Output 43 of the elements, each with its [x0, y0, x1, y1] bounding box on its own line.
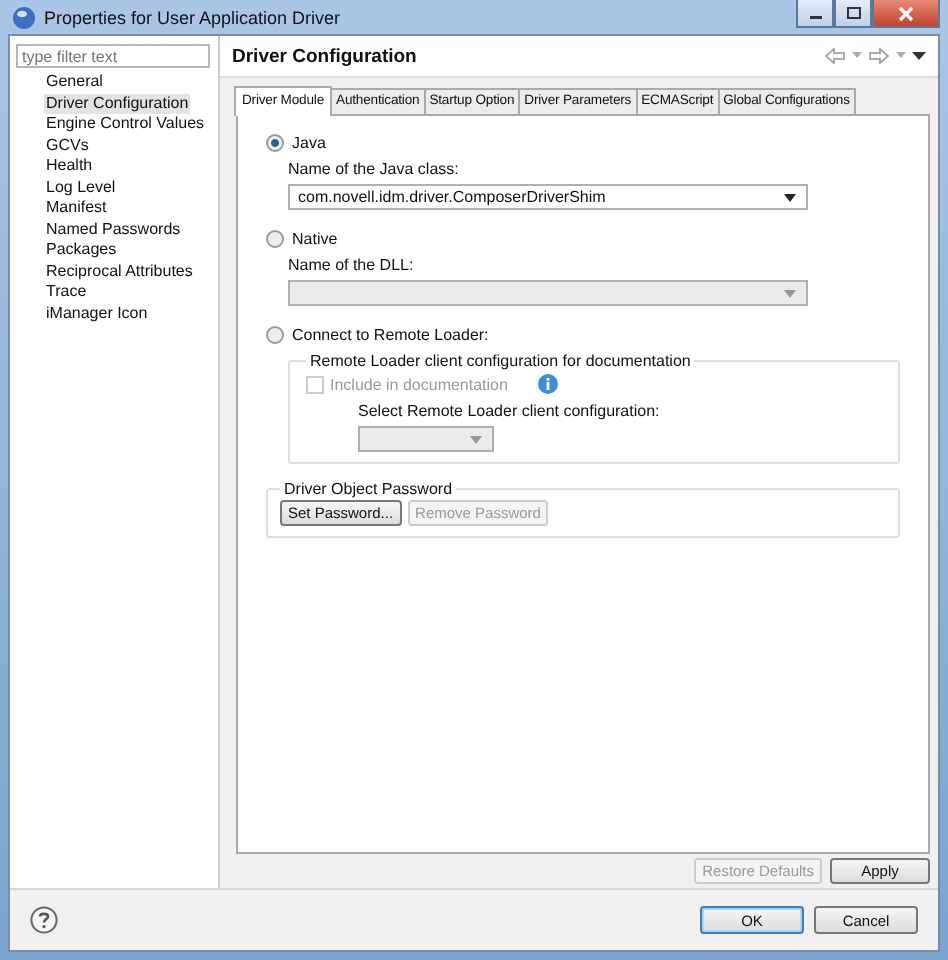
sidebar-item[interactable]: Named Passwords [44, 219, 212, 240]
page-title: Driver Configuration [232, 45, 417, 67]
radio-label: Java [292, 134, 326, 152]
dropdown-icon[interactable] [896, 52, 906, 60]
caret-icon [784, 193, 796, 201]
back-arrow-icon[interactable] [824, 48, 846, 64]
help-icon[interactable] [30, 906, 58, 934]
sidebar-item[interactable]: iManager Icon [44, 303, 212, 324]
group-title: Driver Object Password [282, 480, 455, 498]
sidebar-item[interactable]: GCVs [44, 135, 212, 156]
checkbox-label: Include in documentation [330, 375, 508, 393]
field-label: Name of the DLL: [288, 256, 416, 274]
filter-field[interactable]: type filter text [16, 44, 210, 68]
field-label: Select Remote Loader client configuration: [358, 402, 662, 420]
minimize-button[interactable] [796, 0, 834, 28]
sidebar-item[interactable]: Health [44, 156, 212, 177]
maximize-button[interactable] [834, 0, 872, 28]
sidebar-item[interactable]: Driver Configuration [44, 93, 191, 114]
info-icon[interactable] [537, 374, 558, 394]
sidebar-item[interactable]: Trace [44, 282, 212, 303]
sidebar-item[interactable]: Manifest [44, 198, 212, 219]
field-label: Name of the Java class: [288, 160, 461, 178]
sidebar-item[interactable]: Log Level [44, 177, 212, 198]
maximize-icon [845, 6, 861, 20]
radio-label: Connect to Remote Loader: [292, 326, 489, 344]
window-title: Properties for User Application Driver [44, 7, 341, 27]
group-title: Remote Loader client configuration for documentation [308, 352, 693, 370]
sidebar-item[interactable]: General [44, 72, 212, 93]
menu-icon[interactable] [912, 51, 926, 61]
caret-icon [784, 289, 796, 297]
close-icon [898, 5, 914, 21]
close-button[interactable] [872, 0, 940, 28]
sidebar-item[interactable]: Engine Control Values [44, 114, 212, 135]
globe-icon [12, 5, 36, 29]
radio-label: Native [292, 230, 338, 248]
class-name-dropdown[interactable]: com.novell.idm.driver.ComposerDriverShim [288, 184, 808, 210]
forward-arrow-icon[interactable] [868, 48, 890, 64]
radio-button[interactable] [266, 134, 284, 152]
caret-icon [470, 435, 482, 443]
radio-button[interactable] [266, 326, 284, 344]
sidebar-item[interactable]: Packages [44, 240, 212, 261]
dropdown-icon[interactable] [852, 52, 862, 60]
sidebar-item[interactable]: Reciprocal Attributes [44, 261, 212, 282]
